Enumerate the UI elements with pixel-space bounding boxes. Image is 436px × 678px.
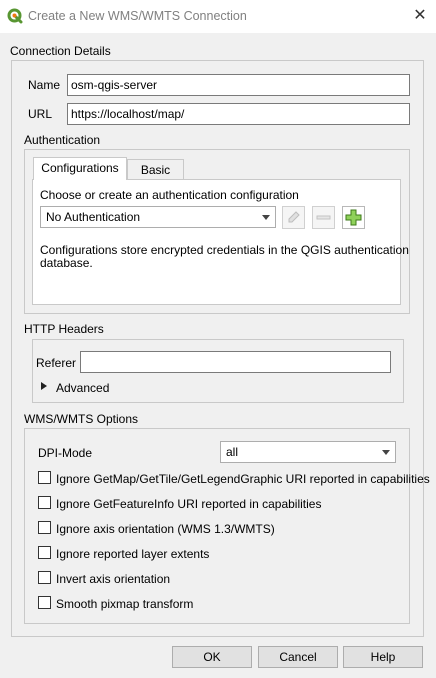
checkbox-label: Ignore reported layer extents xyxy=(56,547,210,561)
chevron-down-icon xyxy=(382,450,390,455)
referer-input[interactable] xyxy=(80,351,391,373)
remove-icon xyxy=(316,215,331,220)
auth-config-prompt: Choose or create an authentication confi… xyxy=(40,188,299,202)
wms-options-label: WMS/WMTS Options xyxy=(24,412,139,426)
tab-basic[interactable]: Basic xyxy=(127,159,184,180)
checkbox-label: Ignore GetFeatureInfo URI reported in ca… xyxy=(56,497,322,511)
checkbox-ignore-getmap[interactable] xyxy=(38,471,51,484)
auth-info-line2: database. xyxy=(40,256,93,270)
chevron-down-icon xyxy=(262,215,270,220)
authentication-label: Authentication xyxy=(24,133,101,147)
checkbox-ignore-getfeatureinfo[interactable] xyxy=(38,496,51,509)
remove-config-button[interactable] xyxy=(312,206,335,229)
name-label: Name xyxy=(28,78,61,92)
tab-configurations[interactable]: Configurations xyxy=(33,157,127,180)
help-button[interactable]: Help xyxy=(343,646,423,668)
add-icon xyxy=(345,209,362,226)
checkbox-label: Smooth pixmap transform xyxy=(56,597,194,611)
referer-label: Referer xyxy=(36,356,77,370)
add-config-button[interactable] xyxy=(342,206,365,229)
connection-details-label: Connection Details xyxy=(10,44,111,58)
dpi-mode-select[interactable]: all xyxy=(220,441,396,463)
window-title: Create a New WMS/WMTS Connection xyxy=(28,9,247,23)
checkbox-label: Ignore axis orientation (WMS 1.3/WMTS) xyxy=(56,522,275,536)
checkbox-label: Invert axis orientation xyxy=(56,572,171,586)
http-headers-label: HTTP Headers xyxy=(24,322,104,336)
expand-triangle-icon[interactable] xyxy=(41,382,47,390)
edit-icon xyxy=(288,211,300,223)
ok-button[interactable]: OK xyxy=(172,646,252,668)
close-icon[interactable]: ✕ xyxy=(410,6,430,26)
auth-config-select[interactable]: No Authentication xyxy=(40,206,276,228)
checkbox-smooth-pixmap[interactable] xyxy=(38,596,51,609)
url-label: URL xyxy=(28,107,53,121)
checkbox-ignore-axis-orientation[interactable] xyxy=(38,521,51,534)
edit-config-button[interactable] xyxy=(282,206,305,229)
advanced-label[interactable]: Advanced xyxy=(56,381,109,395)
qgis-logo-icon xyxy=(7,8,23,24)
url-input[interactable]: https://localhost/map/ xyxy=(67,103,410,125)
checkbox-invert-axis[interactable] xyxy=(38,571,51,584)
dpi-mode-label: DPI-Mode xyxy=(38,446,93,460)
cancel-button[interactable]: Cancel xyxy=(258,646,338,668)
auth-config-value: No Authentication xyxy=(46,210,141,224)
dpi-mode-value: all xyxy=(226,445,239,459)
checkbox-label: Ignore GetMap/GetTile/GetLegendGraphic U… xyxy=(56,472,430,486)
auth-info-line1: Configurations store encrypted credentia… xyxy=(40,243,409,257)
name-input[interactable]: osm-qgis-server xyxy=(67,74,410,96)
checkbox-ignore-layer-extents[interactable] xyxy=(38,546,51,559)
